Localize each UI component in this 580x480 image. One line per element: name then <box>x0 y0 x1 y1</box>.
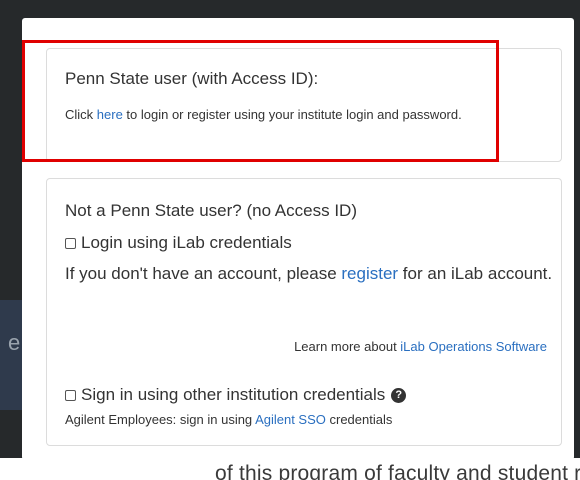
learn-more-prefix: Learn more about <box>294 339 401 354</box>
ilab-credentials-option[interactable]: Login using iLab credentials <box>65 233 292 253</box>
red-highlight-box <box>22 40 499 162</box>
account-instructions: If you don't have an account, please reg… <box>65 261 555 287</box>
account-text-prefix: If you don't have an account, please <box>65 264 342 283</box>
other-institution-label: Sign in using other institution credenti… <box>81 385 386 404</box>
non-penn-state-panel: Not a Penn State user? (no Access ID) Lo… <box>46 178 562 446</box>
ilab-software-link[interactable]: iLab Operations Software <box>400 339 547 354</box>
question-circle-icon[interactable]: ? <box>391 387 407 403</box>
backdrop-bottom-text: of this program of faculty and student r… <box>215 462 580 480</box>
non-penn-state-heading: Not a Penn State user? (no Access ID) <box>65 201 357 220</box>
other-institution-option[interactable]: Sign in using other institution credenti… <box>65 385 407 405</box>
backdrop-letter: e <box>8 330 21 355</box>
account-text-suffix: for an iLab account. <box>398 264 553 283</box>
register-link[interactable]: register <box>341 264 398 283</box>
agilent-text-suffix: credentials <box>325 412 393 427</box>
agilent-text-prefix: Agilent Employees: sign in using <box>65 412 256 427</box>
ilab-credentials-label: Login using iLab credentials <box>81 233 292 252</box>
agilent-sso-text: Agilent Employees: sign in using Agilent… <box>65 412 392 427</box>
other-institution-checkbox[interactable] <box>65 389 76 401</box>
learn-more-text: Learn more about iLab Operations Softwar… <box>294 339 547 354</box>
agilent-sso-link[interactable]: Agilent SSO <box>255 412 326 427</box>
login-modal: Penn State user (with Access ID): Click … <box>22 18 574 460</box>
ilab-credentials-checkbox[interactable] <box>65 237 76 249</box>
backdrop-page-text: of this program of faculty and student r… <box>0 458 580 480</box>
